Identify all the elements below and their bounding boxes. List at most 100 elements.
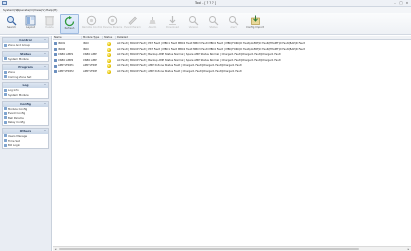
alarm-button[interactable]: Alarm bbox=[143, 14, 162, 34]
chevron-up-icon: ^ bbox=[43, 39, 46, 42]
event-param-icon bbox=[128, 16, 137, 25]
refresh-button-label: Refresh bbox=[64, 27, 75, 30]
status-button[interactable]: Status bbox=[204, 14, 223, 34]
cell-module-type: AMP VFIDE bbox=[83, 70, 98, 73]
table-row[interactable]: AMP VFIDE2 AMP VFIDE AC Fault | BCkUP Fa… bbox=[53, 69, 411, 75]
cell-detailed: AC Fault | BCkUP Fault | AMP N Zone Stat… bbox=[117, 70, 242, 73]
version-icon bbox=[189, 16, 199, 26]
layout-icon bbox=[25, 15, 36, 26]
remote-control-button-label: Remote Control bbox=[82, 26, 103, 29]
chevron-up-icon: ^ bbox=[43, 52, 46, 56]
sidebar-item-relay-config[interactable]: Relay Config bbox=[3, 120, 48, 125]
clock-icon bbox=[4, 139, 7, 143]
chevron-up-icon: ^ bbox=[43, 66, 46, 70]
panel-title: Status bbox=[20, 51, 31, 56]
panel-control: Control ^ Zone And Group bbox=[2, 37, 49, 49]
sidebar-item-bill-login[interactable]: Bill Login bbox=[3, 143, 48, 148]
zone-icon bbox=[4, 70, 7, 74]
panel-title: Others bbox=[19, 128, 32, 133]
download-button[interactable]: Download bbox=[163, 14, 182, 34]
device-icon bbox=[54, 53, 57, 57]
panel-header-others[interactable]: Others ^ bbox=[3, 128, 48, 134]
sidebar-item-coming-zone-set[interactable]: Coming Zone Set bbox=[3, 75, 48, 80]
column-header-module-type[interactable]: Module Type bbox=[82, 36, 103, 40]
chevron-up-icon: ^ bbox=[43, 102, 46, 106]
panel-status: Status ^ System Module bbox=[2, 50, 49, 63]
panel-header-log[interactable]: Log ^ bbox=[3, 83, 48, 89]
users-icon bbox=[4, 134, 7, 138]
sidebar-item-label: Relay Config bbox=[8, 120, 25, 125]
alarm-button-label: Alarm bbox=[148, 26, 157, 29]
panel-program: Program ^ Zone Coming Zone Set bbox=[2, 64, 49, 81]
config-icon bbox=[4, 111, 7, 115]
column-header-name[interactable]: Name bbox=[53, 36, 82, 40]
log-icon bbox=[4, 88, 7, 92]
panel-header-config[interactable]: Config ^ bbox=[3, 101, 48, 107]
panel-header-program[interactable]: Program ^ bbox=[3, 65, 48, 71]
refresh-button[interactable]: Refresh bbox=[60, 14, 79, 34]
scrollbar-thumb[interactable] bbox=[59, 248, 359, 250]
sidebar-item-label: Event Config bbox=[8, 111, 26, 116]
search-icon bbox=[7, 16, 17, 26]
alert-button[interactable]: Alert bbox=[224, 14, 243, 34]
menu-view[interactable]: View(V) bbox=[34, 8, 46, 12]
delete-button[interactable]: Delete bbox=[40, 14, 59, 34]
close-button[interactable]: × bbox=[404, 1, 410, 5]
panel-title: Config bbox=[20, 101, 31, 106]
scroll-right-icon[interactable]: ▸ bbox=[406, 247, 411, 251]
config-import-button[interactable]: Config Import bbox=[244, 14, 266, 34]
search-button[interactable]: Search bbox=[2, 14, 21, 34]
layout-button[interactable]: Layout bbox=[21, 14, 40, 34]
module-icon bbox=[4, 57, 7, 61]
search-button-label: Search bbox=[7, 26, 16, 29]
sidebar-item-label: Zone And Group bbox=[8, 43, 30, 47]
device-icon bbox=[54, 42, 57, 46]
event-param-button[interactable]: Event Param bbox=[123, 14, 142, 34]
remote-control-icon bbox=[86, 15, 97, 26]
alert-icon bbox=[229, 16, 239, 26]
panel-log: Log ^ Log Info System Module bbox=[2, 82, 49, 99]
menu-help[interactable]: Help(H) bbox=[46, 8, 57, 12]
event-param-button-label: Event Param bbox=[124, 26, 141, 29]
device-params-button[interactable]: Device Params bbox=[103, 14, 122, 34]
cell-name: AMP VFIDE2 bbox=[58, 70, 74, 73]
device-icon bbox=[54, 59, 57, 63]
login-icon bbox=[4, 143, 7, 147]
panel-title: Log bbox=[22, 83, 29, 88]
sidebar-item-zone-and-group[interactable]: Zone And Group bbox=[3, 43, 48, 48]
panel-others: Others ^ Users Manage Time Set Bill Login bbox=[2, 127, 49, 149]
toolbar: Search Layout Delete Refresh Remote Cont… bbox=[0, 13, 411, 35]
bell-icon bbox=[4, 116, 7, 120]
sidebar-item-log-system-module[interactable]: System Module bbox=[3, 93, 48, 98]
panel-title: Control bbox=[19, 38, 32, 42]
horizontal-scrollbar[interactable]: ◂ ▸ bbox=[53, 246, 411, 251]
scroll-left-icon[interactable]: ◂ bbox=[53, 247, 58, 251]
panel-title: Program bbox=[18, 65, 33, 70]
status-indicator-icon bbox=[107, 70, 111, 74]
column-header-detailed[interactable]: Detailed bbox=[116, 36, 411, 40]
sidebar-item-label: Module Config bbox=[8, 106, 28, 111]
sidebar-item-label: System Module bbox=[8, 56, 29, 61]
sidebar-item-label: Bill Login bbox=[8, 143, 21, 148]
download-button-label: Download bbox=[166, 26, 179, 29]
download-icon bbox=[169, 16, 176, 25]
panel-header-status[interactable]: Status ^ bbox=[3, 51, 48, 57]
status-button-label: Status bbox=[209, 26, 218, 29]
status-indicator-icon bbox=[107, 53, 111, 58]
menu-operate[interactable]: Operate(O) bbox=[17, 8, 34, 12]
remote-control-button[interactable]: Remote Control bbox=[82, 14, 103, 34]
refresh-icon bbox=[64, 16, 75, 27]
delete-icon bbox=[45, 16, 54, 26]
panel-header-control[interactable]: Control ^ bbox=[3, 38, 48, 43]
device-params-icon bbox=[107, 15, 118, 26]
sidebar-item-label: Coming Zone Set bbox=[8, 74, 32, 79]
status-indicator-icon bbox=[107, 42, 111, 46]
column-header-status[interactable]: Status bbox=[103, 36, 116, 40]
version-button[interactable]: Version bbox=[184, 14, 203, 34]
config-import-icon bbox=[250, 15, 260, 25]
version-button-label: Version bbox=[188, 26, 199, 29]
module-icon bbox=[4, 93, 7, 97]
sidebar-item-system-module[interactable]: System Module bbox=[3, 57, 48, 62]
status-indicator-icon bbox=[107, 64, 111, 69]
device-icon bbox=[54, 47, 57, 51]
